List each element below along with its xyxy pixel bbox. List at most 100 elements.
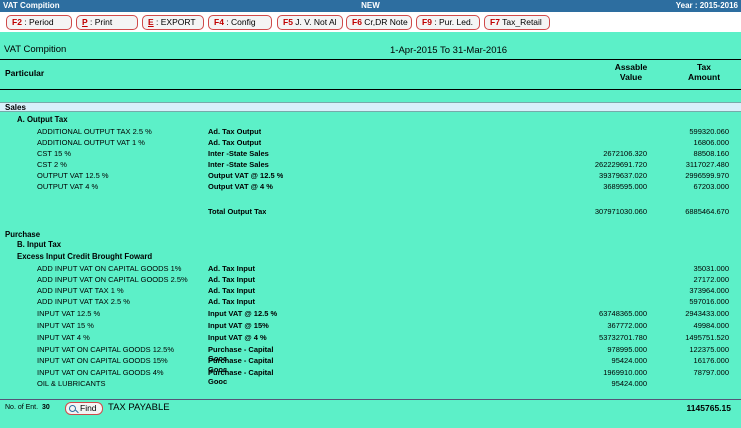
find-label: Find — [80, 403, 97, 413]
row-account: Output VAT @ 4 % — [208, 182, 273, 191]
table-row[interactable]: INPUT VAT 12.5 % Input VAT @ 12.5 % 6374… — [0, 309, 741, 321]
config-key: F4 — [214, 17, 224, 27]
fiscal-year: Year : 2015-2016 — [675, 1, 738, 10]
crdr-label: Cr,DR Note — [361, 17, 408, 27]
table-row[interactable]: INPUT VAT 4 % Input VAT @ 4 % 53732701.7… — [0, 333, 741, 345]
row-tax: 78797.000 — [693, 368, 729, 377]
config-button[interactable]: F4 : Config — [208, 15, 272, 30]
total-assable: 307971030.060 — [594, 207, 647, 216]
row-assable: 262229691.720 — [594, 160, 647, 169]
magnifier-icon — [69, 405, 76, 412]
report-period: 1-Apr-2015 To 31-Mar-2016 — [390, 45, 508, 56]
export-button[interactable]: E : EXPORT — [142, 15, 204, 30]
input-tax-heading: B. Input Tax — [17, 240, 62, 249]
row-tax: 1495751.520 — [685, 333, 729, 342]
table-row[interactable]: OIL & LUBRICANTS 95424.000 — [0, 379, 741, 391]
tax-payable-value: 1145765.15 — [686, 403, 731, 413]
row-particular: INPUT VAT 4 % — [37, 333, 90, 342]
row-tax: 35031.000 — [693, 264, 729, 273]
row-particular: CST 2 % — [37, 160, 67, 169]
report-area: VAT Compition 1-Apr-2015 To 31-Mar-2016 … — [0, 32, 741, 428]
row-tax: 16176.000 — [693, 356, 729, 365]
row-assable: 978995.000 — [607, 345, 647, 354]
row-account: Input VAT @ 4 % — [208, 333, 267, 342]
row-particular: ADD INPUT VAT TAX 2.5 % — [37, 297, 130, 306]
row-particular: INPUT VAT ON CAPITAL GOODS 4% — [37, 368, 164, 377]
row-account: Inter -State Sales — [208, 149, 269, 158]
jv-label: J. V. Not Al — [292, 17, 337, 27]
export-label: : EXPORT — [153, 17, 196, 27]
row-assable: 367772.000 — [607, 321, 647, 330]
find-button[interactable]: Find — [65, 402, 103, 415]
row-particular: OUTPUT VAT 4 % — [37, 182, 99, 191]
row-tax: 27172.000 — [693, 275, 729, 284]
row-particular: ADD INPUT VAT ON CAPITAL GOODS 1% — [37, 264, 182, 273]
row-tax: 2996599.970 — [685, 171, 729, 180]
row-assable: 1969910.000 — [603, 368, 647, 377]
table-row[interactable]: INPUT VAT ON CAPITAL GOODS 15% Purchase … — [0, 356, 741, 374]
toolbar: F2 : Period P : Print E : EXPORT F4 : Co… — [0, 12, 741, 32]
output-tax-heading: A. Output Tax — [17, 115, 68, 124]
config-label: : Config — [223, 17, 256, 27]
row-tax: 3117027.480 — [685, 160, 729, 169]
entries-count: 30 — [42, 404, 50, 411]
total-tax: 6885464.670 — [685, 207, 729, 216]
retail-label: Tax_Retail — [499, 17, 542, 27]
cr-dr-note-button[interactable]: F6 Cr,DR Note — [346, 15, 412, 30]
sales-section-label: Sales — [5, 103, 26, 112]
row-assable: 95424.000 — [611, 379, 647, 388]
row-particular: ADDITIONAL OUTPUT TAX 2.5 % — [37, 127, 152, 136]
row-tax: 373964.000 — [689, 286, 729, 295]
row-particular: INPUT VAT 12.5 % — [37, 309, 101, 318]
print-label: : Print — [87, 17, 113, 27]
window-status: NEW — [361, 1, 380, 10]
row-tax: 16806.000 — [693, 138, 729, 147]
entries-label: No. of Ent. — [5, 404, 39, 411]
print-button[interactable]: P : Print — [76, 15, 138, 30]
row-particular: INPUT VAT ON CAPITAL GOODS 12.5% — [37, 345, 174, 354]
row-tax: 49984.000 — [693, 321, 729, 330]
total-label: Total Output Tax — [208, 207, 267, 216]
purchase-ledger-button[interactable]: F9 : Pur. Led. — [416, 15, 480, 30]
row-assable: 2672106.320 — [603, 149, 647, 158]
row-account: Ad. Tax Output — [208, 127, 262, 136]
jv-not-allowed-button[interactable]: F5 J. V. Not Al — [277, 15, 343, 30]
purled-label: : Pur. Led. — [431, 17, 474, 27]
title-bar: VAT Compition NEW Year : 2015-2016 — [0, 0, 741, 12]
tax-retail-button[interactable]: F7 Tax_Retail — [484, 15, 550, 30]
row-tax: 67203.000 — [693, 182, 729, 191]
row-particular: ADD INPUT VAT ON CAPITAL GOODS 2.5% — [37, 275, 188, 284]
table-row[interactable]: ADD INPUT VAT TAX 2.5 % Ad. Tax Input 59… — [0, 297, 741, 309]
row-account: Ad. Tax Input — [208, 264, 255, 273]
period-button[interactable]: F2 : Period — [6, 15, 72, 30]
excess-input-credit-heading: Excess Input Credit Brought Foward — [17, 252, 153, 261]
table-row[interactable]: OUTPUT VAT 4 % Output VAT @ 4 % 3689595.… — [0, 182, 741, 194]
row-assable: 3689595.000 — [603, 182, 647, 191]
header-divider — [0, 59, 741, 60]
row-tax: 88508.160 — [693, 149, 729, 158]
retail-key: F7 — [490, 17, 500, 27]
footer-divider — [0, 399, 741, 400]
row-account: Ad. Tax Input — [208, 286, 255, 295]
period-key: F2 — [12, 17, 22, 27]
row-account: Ad. Tax Output — [208, 138, 262, 147]
report-title: VAT Compition — [4, 44, 67, 55]
column-tax-amount: Tax Amount — [687, 62, 721, 82]
purchase-section-label: Purchase — [5, 230, 41, 239]
row-particular: INPUT VAT 15 % — [37, 321, 94, 330]
row-particular: OUTPUT VAT 12.5 % — [37, 171, 109, 180]
crdr-key: F6 — [352, 17, 362, 27]
row-tax: 122375.000 — [689, 345, 729, 354]
table-row[interactable]: INPUT VAT 15 % Input VAT @ 15% 367772.00… — [0, 321, 741, 333]
row-account: Ad. Tax Input — [208, 275, 255, 284]
row-assable: 53732701.780 — [599, 333, 647, 342]
tax-payable-label: TAX PAYABLE — [108, 402, 170, 413]
purled-key: F9 — [422, 17, 432, 27]
row-tax: 2943433.000 — [685, 309, 729, 318]
column-assable-value: Assable Value — [614, 62, 648, 82]
row-particular: CST 15 % — [37, 149, 72, 158]
row-account: Output VAT @ 12.5 % — [208, 171, 284, 180]
row-account: Ad. Tax Input — [208, 297, 255, 306]
column-divider — [0, 89, 741, 90]
row-particular: ADDITIONAL OUTPUT VAT 1 % — [37, 138, 145, 147]
